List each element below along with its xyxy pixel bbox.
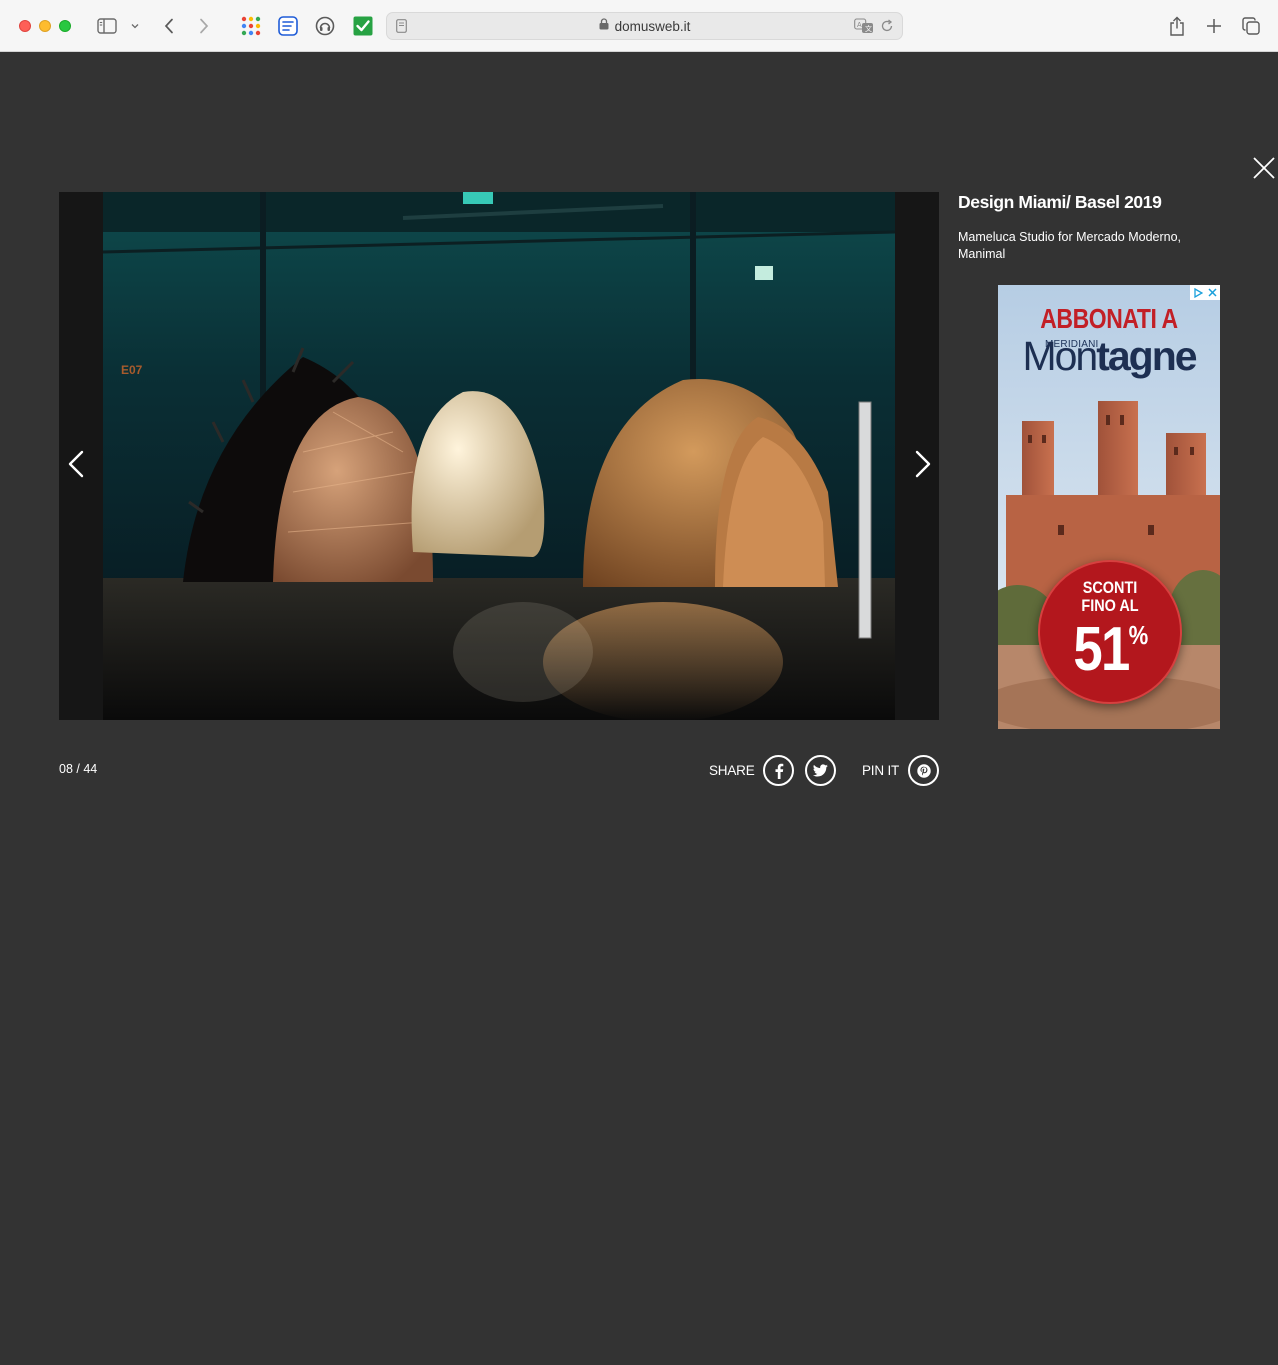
ad-brand-thin: Mon — [1022, 333, 1098, 379]
exhibition-photo-illustration: E07 — [103, 192, 895, 720]
chevron-right-icon — [915, 450, 931, 478]
ad-brand-bold: tagne — [1096, 333, 1197, 379]
photo-sign: E07 — [121, 363, 143, 377]
image-caption: Mameluca Studio for Mercado Moderno, Man… — [958, 230, 1182, 261]
chevron-down-icon[interactable] — [129, 14, 141, 38]
back-icon[interactable] — [160, 14, 178, 38]
address-bar[interactable]: domusweb.it A文 — [386, 12, 903, 40]
advertisement[interactable]: ABBONATI A MERIDIANI Montagne SCONTI FIN… — [998, 285, 1220, 729]
badge-percent: % — [1128, 620, 1149, 650]
adchoices-icon[interactable] — [1190, 285, 1205, 300]
twitter-icon — [813, 764, 828, 777]
close-window-button[interactable] — [19, 20, 31, 32]
tab-overview-icon[interactable] — [1241, 14, 1261, 38]
ad-close-icon[interactable] — [1205, 285, 1220, 300]
pin-label: PIN IT — [862, 763, 900, 778]
previous-image-button[interactable] — [61, 442, 91, 486]
badge-number-value: 51 — [1073, 615, 1130, 684]
apps-grid-icon[interactable] — [240, 14, 262, 38]
translate-icon[interactable]: A文 — [854, 18, 874, 39]
zoom-window-button[interactable] — [59, 20, 71, 32]
ad-brand: Montagne — [998, 333, 1220, 380]
ad-headline: ABBONATI A — [1040, 303, 1178, 334]
checkmark-extension-icon[interactable] — [352, 14, 374, 38]
share-twitter-button[interactable] — [805, 755, 836, 786]
url-text: domusweb.it — [614, 18, 691, 34]
chevron-left-icon — [68, 450, 84, 478]
share-icon[interactable] — [1167, 14, 1187, 38]
forward-icon[interactable] — [195, 14, 213, 38]
next-image-button[interactable] — [908, 442, 938, 486]
close-icon — [1253, 157, 1275, 179]
image-counter: 08 / 44 — [59, 762, 98, 776]
pin-it-button[interactable] — [908, 755, 939, 786]
gallery-photo: E07 — [103, 192, 895, 720]
close-gallery-button[interactable] — [1251, 155, 1277, 181]
share-facebook-button[interactable] — [763, 755, 794, 786]
ad-choices[interactable] — [1190, 285, 1220, 300]
pinterest-icon — [916, 763, 931, 778]
svg-text:文: 文 — [865, 24, 872, 33]
discount-badge: SCONTI FINO AL 51% — [1038, 560, 1182, 704]
reload-icon[interactable] — [880, 19, 894, 38]
sidebar-icon[interactable] — [96, 14, 118, 38]
share-label: SHARE — [709, 763, 755, 778]
facebook-icon — [775, 763, 783, 779]
browser-toolbar: domusweb.it A文 — [0, 0, 1278, 52]
badge-line1: SCONTI — [1082, 578, 1138, 597]
badge-number: 51% — [1051, 614, 1170, 685]
gallery-title: Design Miami/ Basel 2019 — [958, 192, 1162, 212]
lock-icon — [599, 17, 609, 35]
headphones-extension-icon[interactable] — [314, 14, 336, 38]
badge-line2: FINO AL — [1081, 596, 1139, 615]
svg-text:A: A — [857, 22, 862, 29]
notes-extension-icon[interactable] — [277, 14, 299, 38]
gallery-stage: E07 — [59, 192, 939, 720]
new-tab-icon[interactable] — [1204, 14, 1224, 38]
minimize-window-button[interactable] — [39, 20, 51, 32]
